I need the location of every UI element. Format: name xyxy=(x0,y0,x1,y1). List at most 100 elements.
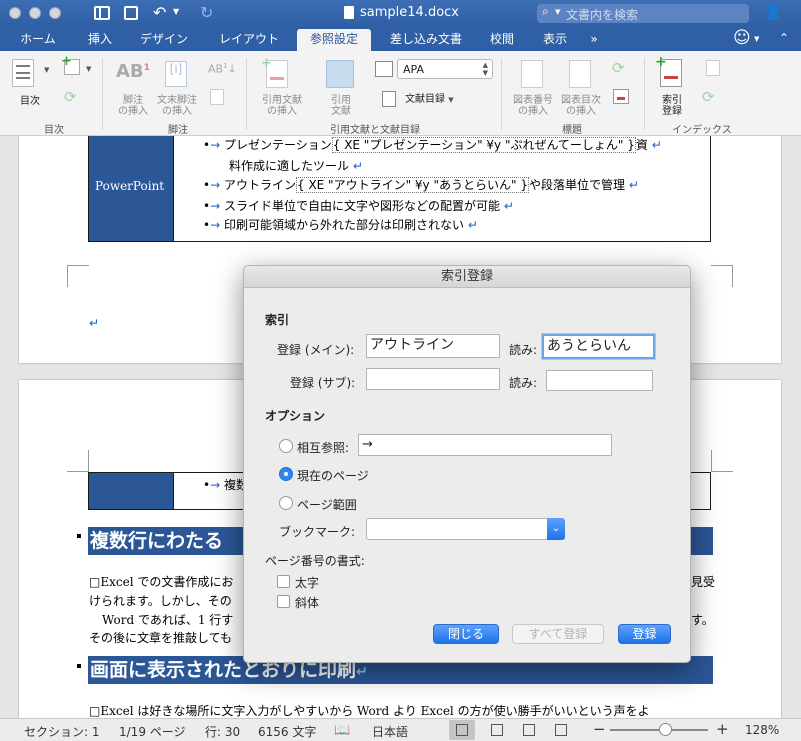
insert-citation-button[interactable]: 引用文献 の挿入 xyxy=(258,95,306,117)
table-label: PowerPoint xyxy=(95,179,165,193)
sub-entry-field[interactable] xyxy=(366,368,500,390)
close-button[interactable]: 閉じる xyxy=(433,624,499,644)
main-reading-field[interactable]: あうとらいん xyxy=(542,334,655,359)
paragraph-line[interactable]: その後に文章を推敲しても xyxy=(89,629,232,646)
current-page-radio[interactable] xyxy=(279,467,293,481)
italic-checkbox[interactable] xyxy=(277,595,290,608)
page-number-format-label: ページ番号の書式: xyxy=(265,554,365,568)
web-layout-icon[interactable] xyxy=(555,724,567,736)
bullet-continuation[interactable]: 料作成に適したツール ↵ xyxy=(229,157,363,174)
bookmark-label: ブックマーク: xyxy=(279,525,356,539)
paragraph-mark: ↵ xyxy=(89,316,100,330)
proofing-icon[interactable]: 📖 xyxy=(334,723,350,738)
zoom-level[interactable]: 128% xyxy=(745,723,779,737)
paragraph-line[interactable]: □Excel での文書作成にお xyxy=(89,573,233,590)
tab-view[interactable]: 表示 xyxy=(533,29,577,51)
crop-mark xyxy=(711,265,733,287)
zoom-in-button[interactable]: + xyxy=(716,720,729,738)
bullet-item[interactable]: •→ スライド単位で自由に文字や図形などの配置が可能 ↵ xyxy=(203,197,514,214)
feedback-smiley-icon[interactable]: ☺ xyxy=(733,28,751,48)
more-tabs-icon[interactable]: » xyxy=(585,29,603,51)
search-placeholder: 文書内を検索 xyxy=(566,8,639,22)
toc-button[interactable]: 目次 xyxy=(20,96,40,107)
chevron-down-icon: ⌄ xyxy=(547,518,565,540)
tab-layout[interactable]: レイアウト xyxy=(209,29,289,51)
cross-reference-radio[interactable] xyxy=(279,439,293,453)
tab-design[interactable]: デザイン xyxy=(133,29,195,51)
tab-references[interactable]: 参照設定 xyxy=(297,29,371,51)
mark-entry-button[interactable]: 索引 登録 xyxy=(656,95,688,117)
insert-footnote-button[interactable]: 脚注 の挿入 xyxy=(113,95,153,117)
draft-view-icon[interactable] xyxy=(523,724,535,736)
status-line[interactable]: 行: 30 xyxy=(205,723,240,740)
citation-source-button[interactable]: 引用 文献 xyxy=(324,95,358,117)
collapse-ribbon-icon[interactable]: ⌃ xyxy=(779,31,789,45)
undo-icon[interactable]: ↶ xyxy=(153,3,166,22)
style-stepper-icon: ▲ ▼ xyxy=(482,61,488,77)
bookmark-select[interactable]: ⌄ xyxy=(366,518,565,540)
insert-footnote-icon: AB1 xyxy=(116,61,150,82)
ribbon-tabs: ホーム 挿入 デザイン レイアウト 参照設定 差し込み文書 校閲 表示 » ☺ … xyxy=(0,27,801,51)
insert-caption-icon xyxy=(521,60,543,88)
mark-button[interactable]: 登録 xyxy=(618,624,671,644)
close-window-button[interactable] xyxy=(9,7,21,19)
paragraph-line[interactable]: けられます。しかし、その xyxy=(89,592,232,609)
paragraph-line-tail[interactable]: す。 xyxy=(691,611,714,628)
paragraph-line[interactable]: Word であれば、1 行す xyxy=(102,611,233,628)
bullet-item[interactable]: •→ プレゼンテーション{ XE "プレゼンテーション" ¥y "ぷれぜんてーし… xyxy=(203,136,662,153)
window-title: sample14.docx xyxy=(360,5,459,20)
group-footnotes-label: 脚注 xyxy=(168,125,188,136)
undo-dropdown-icon[interactable]: ▼ xyxy=(173,7,179,16)
paragraph-line-tail[interactable]: 見受 xyxy=(691,573,715,590)
cross-reference-field[interactable]: → xyxy=(358,434,612,456)
zoom-slider-thumb[interactable] xyxy=(659,723,672,736)
mark-all-button[interactable]: すべて登録 xyxy=(512,624,604,644)
main-entry-field[interactable]: アウトライン xyxy=(366,334,500,358)
citation-source-icon xyxy=(326,60,354,88)
tab-home[interactable]: ホーム xyxy=(11,29,65,51)
table-of-figures-icon xyxy=(569,60,591,88)
bold-checkbox[interactable] xyxy=(277,575,290,588)
add-text-dropdown-icon[interactable]: ▼ xyxy=(86,65,91,73)
bullet-item[interactable]: •→ 印刷可能領域から外れた部分は印刷されない ↵ xyxy=(203,216,478,233)
update-figures-icon: ⟳ xyxy=(612,59,625,77)
zoom-window-button[interactable] xyxy=(49,7,61,19)
bullet-item[interactable]: •→ アウトライン{ XE "アウトライン" ¥y "あうとらいん" }や段落単… xyxy=(203,176,639,193)
page-range-radio[interactable] xyxy=(279,496,293,510)
share-icon[interactable]: 👤 xyxy=(764,3,783,21)
bullet-item[interactable]: •→ 複数 xyxy=(203,476,248,493)
sub-reading-field[interactable] xyxy=(546,370,653,391)
index-section-heading: 索引 xyxy=(265,313,290,327)
italic-label: 斜体 xyxy=(295,596,320,610)
search-dropdown-icon: ▼ xyxy=(555,8,561,16)
feedback-dropdown-icon[interactable]: ▼ xyxy=(754,35,759,43)
sidebar-toggle-icon[interactable] xyxy=(94,6,110,20)
outline-view-icon[interactable] xyxy=(491,724,503,736)
ribbon: 目次 ▼ + ▼ ⟳ 目次 AB1 脚注 の挿入 [i] 文末脚注 の挿入 AB… xyxy=(0,51,801,136)
zoom-out-button[interactable]: − xyxy=(593,720,606,738)
status-word-count[interactable]: 6156 文字 xyxy=(258,723,316,740)
add-text-icon[interactable]: + xyxy=(61,54,80,75)
paragraph-line[interactable]: □Excel は好きな場所に文字入力がしやすいから Word より Excel … xyxy=(89,702,650,718)
insert-endnote-icon: [i] xyxy=(165,61,187,87)
cross-reference-icon[interactable] xyxy=(613,89,629,104)
search-input[interactable]: ⌕ ▼ 文書内を検索 xyxy=(537,4,749,23)
mark-index-entry-dialog[interactable]: 索引登録 索引 登録 (メイン): アウトライン 読み: あうとらいん 登録 (… xyxy=(243,265,691,663)
citation-style-select[interactable]: APA ▲ ▼ xyxy=(397,59,493,79)
tab-mailings[interactable]: 差し込み文書 xyxy=(380,29,472,51)
status-section[interactable]: セクション: 1 xyxy=(24,723,100,740)
status-language[interactable]: 日本語 xyxy=(372,723,408,740)
save-icon[interactable] xyxy=(124,6,138,20)
minimize-window-button[interactable] xyxy=(29,7,41,19)
status-page[interactable]: 1/19 ページ xyxy=(119,723,186,740)
bibliography-button[interactable]: 文献目録 ▼ xyxy=(405,94,454,106)
toc-dropdown-icon[interactable]: ▼ xyxy=(44,66,49,74)
mark-entry-icon: + xyxy=(655,54,682,87)
insert-caption-button[interactable]: 図表番号 の挿入 xyxy=(510,95,556,117)
insert-endnote-button[interactable]: 文末脚注 の挿入 xyxy=(156,95,198,117)
tab-insert[interactable]: 挿入 xyxy=(78,29,122,51)
table-of-figures-button[interactable]: 図表目次 の挿入 xyxy=(558,95,604,117)
search-icon: ⌕ xyxy=(542,4,549,18)
redo-icon[interactable]: ↻ xyxy=(200,3,213,22)
tab-review[interactable]: 校閲 xyxy=(480,29,524,51)
